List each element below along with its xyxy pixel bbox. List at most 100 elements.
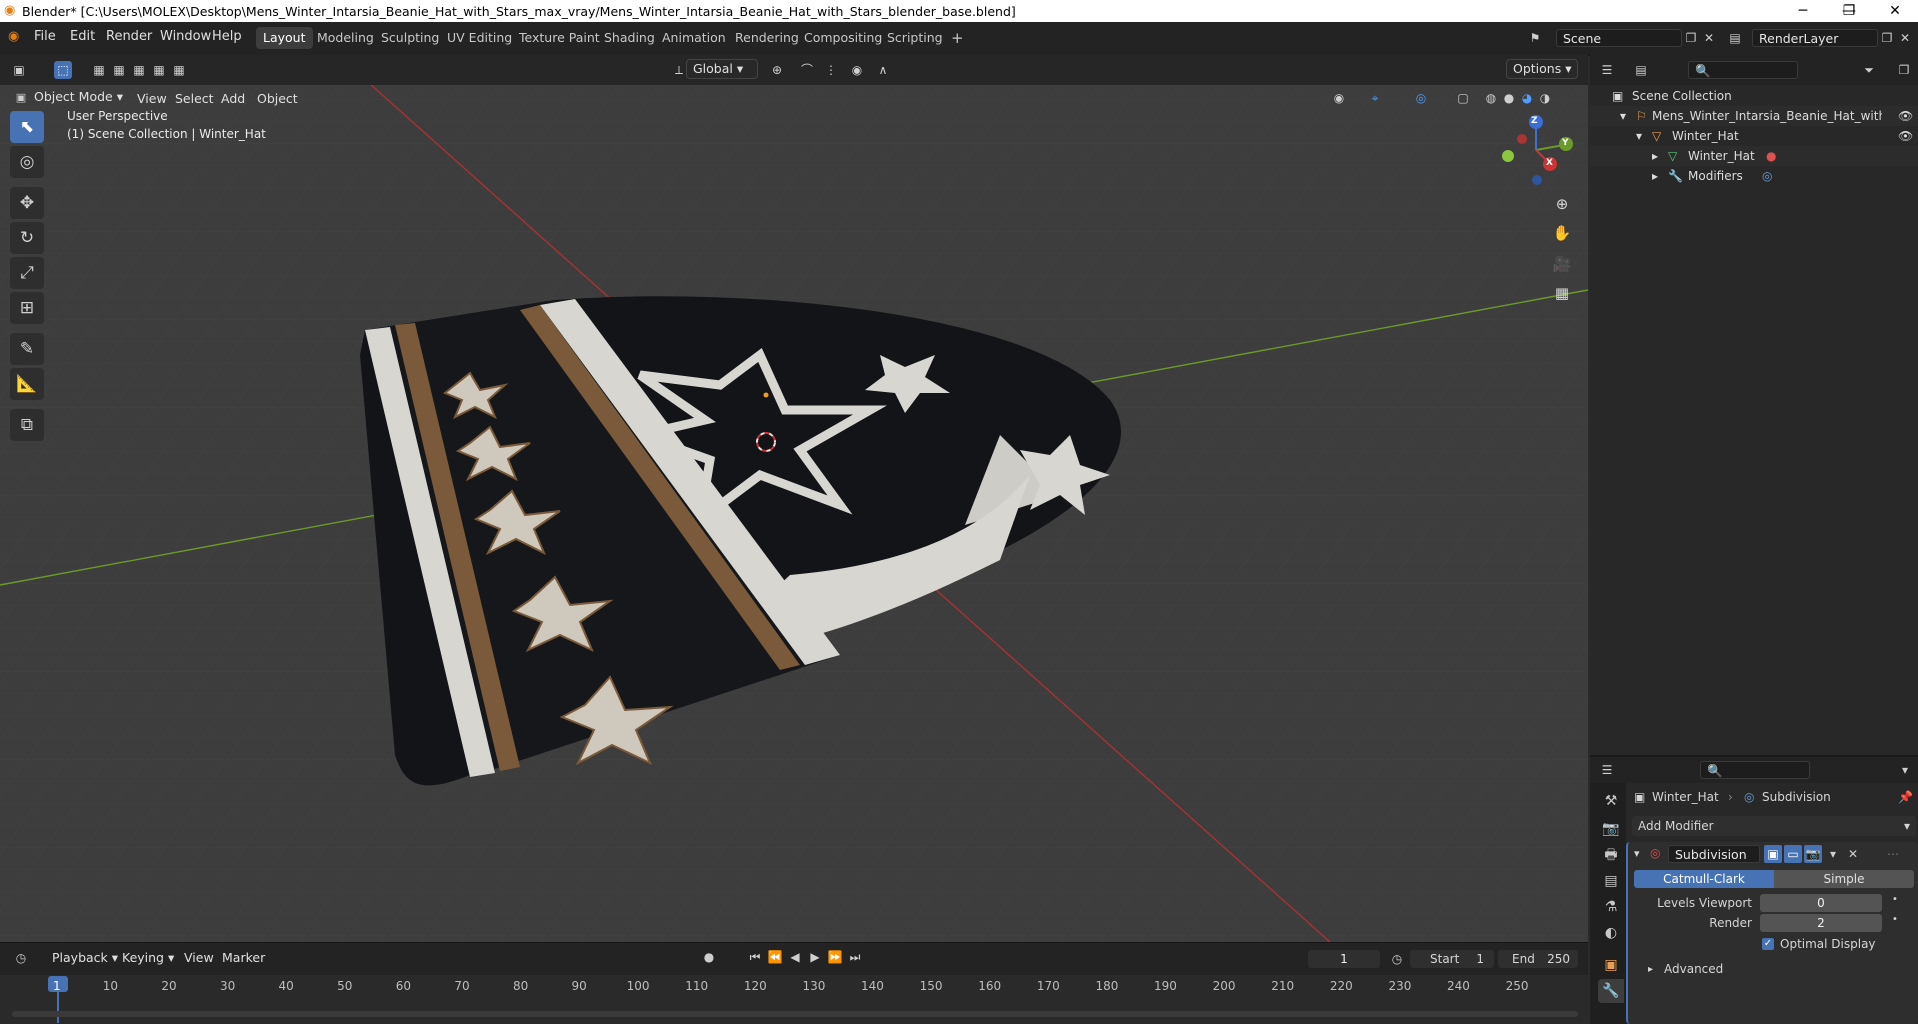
material-shading-icon[interactable]: ◕: [1518, 89, 1536, 107]
viewport-menu-object[interactable]: Object: [257, 91, 298, 106]
jump-end-icon[interactable]: ⏭: [846, 948, 864, 966]
menu-file[interactable]: File: [34, 29, 56, 44]
jump-keyframe-back-icon[interactable]: ⏪: [766, 948, 784, 966]
jump-start-icon[interactable]: ⏮: [746, 948, 764, 966]
edit-mode-toggle-icon[interactable]: ▣: [1764, 845, 1782, 863]
timeline-menu-marker[interactable]: Marker: [222, 950, 265, 965]
modifier-menu-icon[interactable]: ▾: [1824, 845, 1842, 863]
timeline-editor-icon[interactable]: ◷: [12, 949, 30, 967]
tab-modeling[interactable]: Modeling: [310, 27, 381, 49]
end-frame-field[interactable]: End 250: [1498, 950, 1578, 968]
viewport-toggle-icon[interactable]: ▭: [1784, 845, 1802, 863]
tab-layout[interactable]: Layout: [256, 27, 313, 49]
expand-arrow-icon[interactable]: ▾: [1620, 106, 1626, 126]
camera-view-icon[interactable]: 🎥: [1550, 252, 1574, 276]
overlay-toggle-icon[interactable]: ◎: [1412, 89, 1430, 107]
pin-icon[interactable]: 📌: [1898, 790, 1913, 804]
tab-render-icon[interactable]: 📷: [1598, 817, 1624, 841]
zoom-icon[interactable]: ⊕: [1550, 192, 1574, 216]
menu-window[interactable]: Window: [160, 29, 211, 44]
outliner-row-mesh[interactable]: ▸ ▽ Winter_Hat ●: [1590, 146, 1918, 166]
scene-name-field[interactable]: Scene: [1556, 29, 1682, 47]
outliner-search-input[interactable]: 🔍: [1688, 61, 1798, 79]
move-tool-icon[interactable]: ✥: [10, 187, 44, 219]
outliner-row-object[interactable]: ▾ ▽ Winter_Hat 👁: [1590, 126, 1918, 146]
filter-icon[interactable]: ⏷: [1860, 61, 1878, 79]
tab-scene-icon[interactable]: ⚗: [1598, 895, 1624, 919]
pan-hand-icon[interactable]: ✋: [1550, 221, 1574, 245]
render-toggle-icon[interactable]: 📷: [1804, 845, 1822, 863]
tab-view-layer-icon[interactable]: ▤: [1598, 869, 1624, 893]
wireframe-shading-icon[interactable]: ◍: [1482, 89, 1500, 107]
animate-dot-icon[interactable]: •: [1892, 914, 1898, 925]
pivot-icon[interactable]: ⊕: [768, 61, 786, 79]
stopwatch-icon[interactable]: ◷: [1388, 950, 1406, 968]
optimal-display-checkbox[interactable]: ✓: [1762, 938, 1774, 950]
levels-viewport-field[interactable]: 0: [1760, 894, 1882, 912]
xray-icon[interactable]: ▢: [1454, 89, 1472, 107]
visibility-eye-icon[interactable]: 👁: [1898, 106, 1913, 126]
rendered-shading-icon[interactable]: ◑: [1536, 89, 1554, 107]
tab-output-icon[interactable]: 🖶: [1598, 843, 1624, 867]
ortho-toggle-icon[interactable]: ▦: [1550, 281, 1574, 305]
tab-rendering[interactable]: Rendering: [728, 27, 806, 49]
menu-help[interactable]: Help: [212, 29, 242, 44]
tab-compositing[interactable]: Compositing: [797, 27, 889, 49]
tab-world-icon[interactable]: ◐: [1598, 921, 1624, 945]
blender-menu-icon[interactable]: ◉: [8, 29, 19, 44]
animate-dot-icon[interactable]: •: [1892, 894, 1898, 905]
tab-uv-editing[interactable]: UV Editing: [440, 27, 519, 49]
cursor-tool-icon[interactable]: ◎: [10, 146, 44, 178]
collapse-arrow-icon[interactable]: ▸: [1652, 146, 1658, 166]
close-button[interactable]: ✕: [1872, 0, 1918, 22]
gizmo-toggle-icon[interactable]: ⌖: [1366, 89, 1384, 107]
add-cube-tool-icon[interactable]: ⧉: [10, 409, 44, 441]
transform-tool-icon[interactable]: ⊞: [10, 292, 44, 324]
measure-tool-icon[interactable]: 📐: [10, 368, 44, 400]
visibility-eye-icon[interactable]: 👁: [1898, 126, 1913, 146]
mode-set-icon[interactable]: ▦: [90, 61, 108, 79]
simple-button[interactable]: Simple: [1774, 870, 1914, 888]
play-icon[interactable]: ▶: [806, 948, 824, 966]
modifier-name-field[interactable]: Subdivision: [1668, 845, 1760, 863]
play-reverse-icon[interactable]: ◀: [786, 948, 804, 966]
render-layer-field[interactable]: RenderLayer: [1752, 29, 1878, 47]
snap-target-icon[interactable]: ⋮: [822, 61, 840, 79]
outliner-row-collection[interactable]: ▾ ⚐ Mens_Winter_Intarsia_Beanie_Hat_with…: [1590, 106, 1918, 126]
render-levels-field[interactable]: 2: [1760, 914, 1882, 932]
menu-render[interactable]: Render: [106, 29, 152, 44]
menu-edit[interactable]: Edit: [70, 29, 95, 44]
timeline-menu-keying[interactable]: Keying ▾: [122, 950, 174, 965]
add-workspace-icon[interactable]: +: [944, 27, 971, 49]
new-render-layer-icon[interactable]: ❐: [1878, 29, 1896, 47]
add-modifier-dropdown[interactable]: Add Modifier ▾: [1632, 816, 1916, 836]
expand-arrow-icon[interactable]: ▾: [1636, 126, 1642, 146]
tab-modifier-wrench-icon[interactable]: 🔧: [1598, 979, 1624, 1003]
mode-subtract-icon[interactable]: ▦: [130, 61, 148, 79]
select-tool-icon[interactable]: ⬉: [10, 111, 44, 143]
tab-tool-icon[interactable]: ⚒: [1598, 789, 1624, 813]
viewport-menu-add[interactable]: Add: [221, 91, 245, 106]
outliner-row-modifiers[interactable]: ▸ 🔧 Modifiers ◎: [1590, 166, 1918, 186]
snap-icon[interactable]: ⌒: [798, 61, 816, 79]
editor-type-icon[interactable]: ▣: [10, 61, 28, 79]
tab-scripting[interactable]: Scripting: [880, 27, 950, 49]
transform-orientation-dropdown[interactable]: Global ▾: [686, 59, 758, 79]
rotate-tool-icon[interactable]: ↻: [10, 222, 44, 254]
tab-shading[interactable]: Shading: [597, 27, 662, 49]
panel-collapse-icon[interactable]: ▾: [1634, 847, 1640, 860]
minimize-icon[interactable]: ─: [1780, 0, 1826, 22]
delete-render-layer-icon[interactable]: ✕: [1896, 29, 1914, 47]
start-frame-field[interactable]: Start 1: [1410, 950, 1494, 968]
display-mode-icon[interactable]: ▤: [1632, 61, 1650, 79]
record-icon[interactable]: ●: [700, 948, 718, 966]
new-scene-icon[interactable]: ❐: [1682, 29, 1700, 47]
delete-scene-icon[interactable]: ✕: [1700, 29, 1718, 47]
remove-modifier-icon[interactable]: ✕: [1844, 845, 1862, 863]
advanced-expand-icon[interactable]: ▸: [1648, 964, 1653, 975]
maximize-button[interactable]: ❐: [1826, 0, 1872, 22]
mode-extend-icon[interactable]: ▦: [110, 61, 128, 79]
properties-search-input[interactable]: 🔍: [1700, 761, 1810, 779]
mode-invert-icon[interactable]: ▦: [150, 61, 168, 79]
tab-texture-paint[interactable]: Texture Paint: [512, 27, 607, 49]
